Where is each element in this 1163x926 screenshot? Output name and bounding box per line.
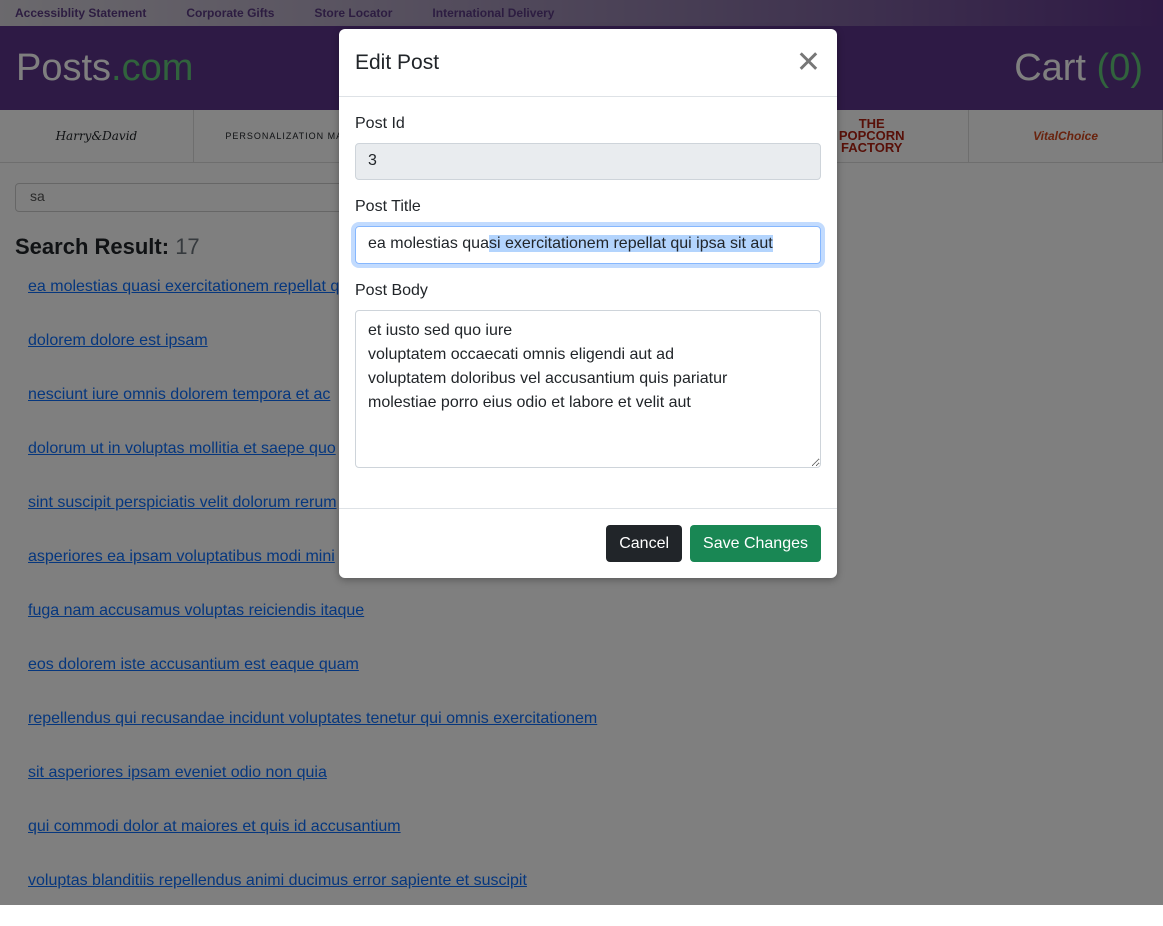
cancel-button[interactable]: Cancel	[606, 525, 683, 562]
edit-post-modal: Edit Post ✕ Post Id 3 Post Title ea mole…	[339, 29, 837, 578]
modal-header: Edit Post ✕	[339, 29, 837, 97]
post-id-field: 3	[355, 143, 821, 180]
title-selected-text: si exercitationem repellat qui ipsa sit …	[488, 235, 773, 252]
modal-title: Edit Post	[355, 50, 440, 74]
post-title-field[interactable]: ea molestias quasi exercitationem repell…	[355, 226, 821, 264]
post-title-label: Post Title	[355, 198, 421, 215]
save-changes-button[interactable]: Save Changes	[690, 525, 821, 562]
post-body-field[interactable]: et iusto sed quo iure voluptatem occaeca…	[355, 310, 821, 468]
post-id-label: Post Id	[355, 115, 405, 132]
modal-body: Post Id 3 Post Title ea molestias quasi …	[339, 97, 837, 509]
title-text: ea molestias qua	[368, 235, 489, 252]
close-icon[interactable]: ✕	[796, 47, 821, 78]
modal-footer: Cancel Save Changes	[339, 508, 837, 578]
post-body-label: Post Body	[355, 282, 428, 299]
